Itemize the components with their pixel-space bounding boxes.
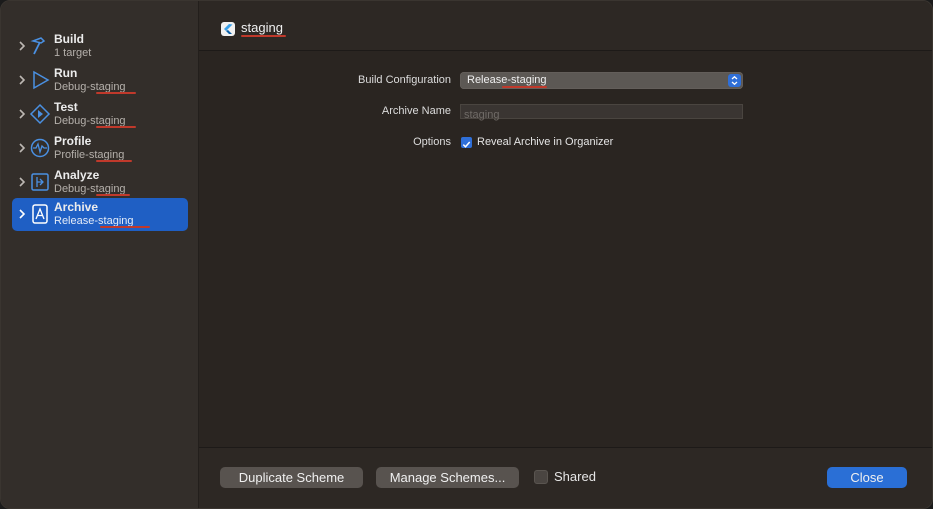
chevron-updown-icon	[728, 74, 741, 87]
sidebar-item-title: Profile	[54, 134, 92, 148]
sidebar-item-run[interactable]: Run Debug-staging	[12, 64, 188, 97]
sidebar-item-title: Test	[54, 100, 78, 114]
spellcheck-underline	[502, 86, 547, 88]
archive-name-field[interactable]	[460, 104, 743, 122]
options-label: Options	[413, 136, 451, 148]
shared-checkbox[interactable]	[534, 470, 548, 484]
chevron-right-icon[interactable]	[16, 175, 28, 189]
sidebar-item-analyze[interactable]: Analyze Debug-staging	[12, 166, 188, 199]
chevron-right-icon[interactable]	[16, 107, 28, 121]
build-configuration-popup[interactable]: Release-staging	[460, 72, 743, 89]
reveal-archive-checkbox[interactable]	[461, 137, 472, 148]
sidebar-item-subtitle: 1 target	[54, 47, 92, 59]
scheme-editor-window: Build 1 target Run Debug-staging Test De…	[0, 0, 933, 509]
close-button[interactable]: Close	[827, 467, 907, 488]
waveform-icon	[30, 138, 50, 158]
build-configuration-value: Release-staging	[467, 74, 547, 86]
spellcheck-underline	[241, 35, 286, 37]
sidebar-item-title: Build	[54, 32, 84, 46]
play-icon	[33, 70, 50, 90]
manage-schemes-button[interactable]: Manage Schemes...	[376, 467, 519, 488]
spellcheck-underline	[96, 160, 132, 162]
shared-label: Shared	[554, 469, 596, 484]
sidebar-item-title: Archive	[54, 200, 99, 214]
scheme-name: staging	[241, 20, 283, 35]
reveal-archive-label: Reveal Archive in Organizer	[477, 136, 614, 148]
sidebar-item-build[interactable]: Build 1 target	[12, 30, 188, 63]
chevron-right-icon[interactable]	[16, 73, 28, 87]
flutter-logo-icon	[221, 22, 235, 36]
sidebar-item-title: Run	[54, 66, 78, 80]
archive-icon	[32, 204, 48, 224]
sidebar-item-profile[interactable]: Profile Profile-staging	[12, 132, 188, 165]
spellcheck-underline	[96, 194, 130, 196]
analyze-icon	[31, 173, 49, 191]
archive-name-label: Archive Name	[381, 105, 451, 117]
scheme-detail-panel: staging Build Configuration Release-stag…	[199, 1, 932, 508]
sidebar-item-test[interactable]: Test Debug-staging	[12, 98, 188, 131]
test-diamond-icon	[29, 103, 51, 125]
hammer-icon	[30, 37, 46, 55]
chevron-right-icon[interactable]	[16, 207, 28, 221]
scheme-footer: Duplicate Scheme Manage Schemes... Share…	[199, 447, 932, 508]
build-configuration-label: Build Configuration	[358, 74, 451, 86]
sidebar-item-title: Analyze	[54, 168, 100, 182]
duplicate-scheme-button[interactable]: Duplicate Scheme	[220, 467, 363, 488]
archive-name-input[interactable]	[461, 108, 742, 122]
scheme-actions-sidebar: Build 1 target Run Debug-staging Test De…	[1, 1, 199, 508]
archive-settings: Build Configuration Release-staging Arch…	[199, 52, 932, 447]
chevron-right-icon[interactable]	[16, 39, 28, 53]
scheme-header: staging	[199, 1, 932, 51]
spellcheck-underline	[96, 92, 136, 94]
chevron-right-icon[interactable]	[16, 141, 28, 155]
spellcheck-underline	[100, 226, 150, 228]
spellcheck-underline	[96, 126, 136, 128]
sidebar-item-archive[interactable]: Archive Release-staging	[12, 198, 188, 231]
